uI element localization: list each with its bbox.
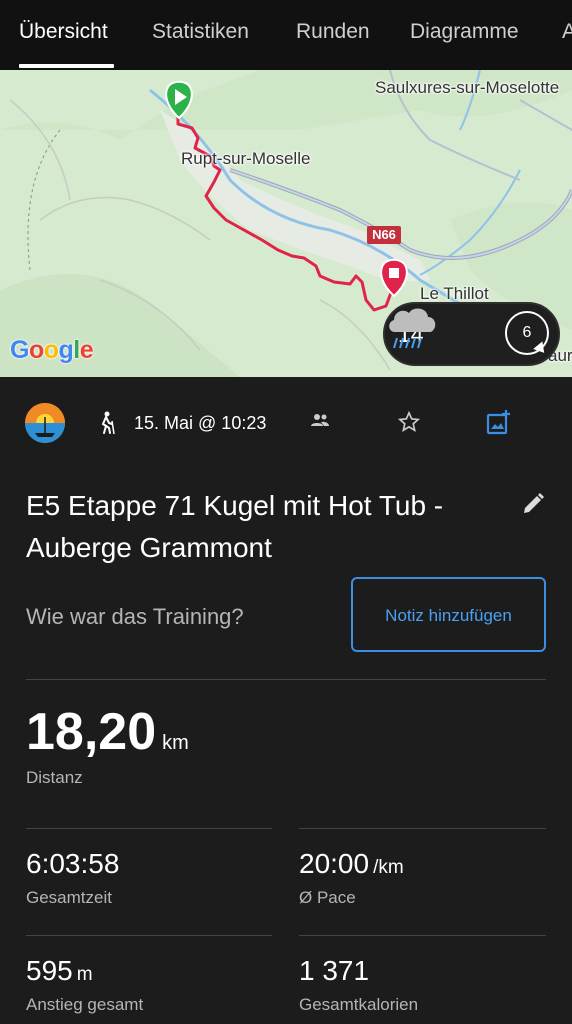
calories-label: Gesamtkalorien bbox=[299, 995, 419, 1014]
tab-charts[interactable]: Diagramme bbox=[410, 20, 519, 44]
add-note-button[interactable]: Notiz hinzufügen bbox=[351, 577, 546, 652]
distance-unit: km bbox=[162, 732, 189, 754]
divider bbox=[299, 828, 546, 829]
training-feedback-question: Wie war das Training? bbox=[26, 604, 244, 629]
edit-pencil-icon[interactable] bbox=[521, 492, 545, 516]
pace-value: 20:00/km bbox=[299, 848, 404, 879]
route-map[interactable]: Saulxures-sur-Moselotte Rupt-sur-Moselle… bbox=[0, 70, 572, 377]
add-photo-icon[interactable] bbox=[486, 409, 512, 435]
total-time-label: Gesamtzeit bbox=[26, 888, 112, 907]
divider bbox=[26, 828, 272, 829]
road-badge-n66: N66 bbox=[367, 226, 401, 244]
weather-widget[interactable]: 14° 6 bbox=[383, 302, 560, 366]
pace-unit: /km bbox=[373, 857, 404, 878]
map-label-le-thillot: Le Thillot bbox=[420, 284, 489, 303]
people-icon[interactable] bbox=[310, 413, 330, 429]
google-logo: Google bbox=[10, 336, 94, 364]
tab-bar: Übersicht Statistiken Runden Diagramme A bbox=[0, 0, 572, 70]
rain-cloud-icon bbox=[389, 308, 436, 349]
divider bbox=[299, 935, 546, 936]
star-icon[interactable] bbox=[398, 411, 420, 433]
tab-statistics[interactable]: Statistiken bbox=[152, 20, 249, 44]
map-label-rupt: Rupt-sur-Moselle bbox=[181, 149, 311, 168]
divider bbox=[26, 679, 546, 680]
calories-value: 1 371 bbox=[299, 955, 370, 986]
avatar[interactable] bbox=[25, 403, 65, 443]
ascent-label: Anstieg gesamt bbox=[26, 995, 144, 1014]
ascent-unit: m bbox=[76, 964, 93, 985]
activity-datetime: 15. Mai @ 10:23 bbox=[134, 413, 267, 433]
total-time-value: 6:03:58 bbox=[26, 848, 120, 879]
tab-laps[interactable]: Runden bbox=[296, 20, 370, 44]
active-tab-indicator bbox=[19, 64, 114, 68]
activity-title: E5 Etappe 71 Kugel mit Hot Tub - Auberge… bbox=[26, 490, 444, 563]
tab-more[interactable]: A bbox=[562, 20, 572, 44]
tab-overview[interactable]: Übersicht bbox=[19, 20, 108, 44]
ascent-value: 595 m bbox=[26, 955, 93, 986]
distance-value: 18,20 km bbox=[26, 703, 189, 761]
hiking-icon bbox=[101, 411, 115, 435]
activity-meta-row: 15. Mai @ 10:23 bbox=[0, 395, 572, 450]
map-label-saulxures: Saulxures-sur-Moselotte bbox=[375, 78, 560, 97]
distance-label: Distanz bbox=[26, 768, 83, 787]
divider bbox=[26, 935, 272, 936]
pace-label: Ø Pace bbox=[299, 888, 356, 907]
